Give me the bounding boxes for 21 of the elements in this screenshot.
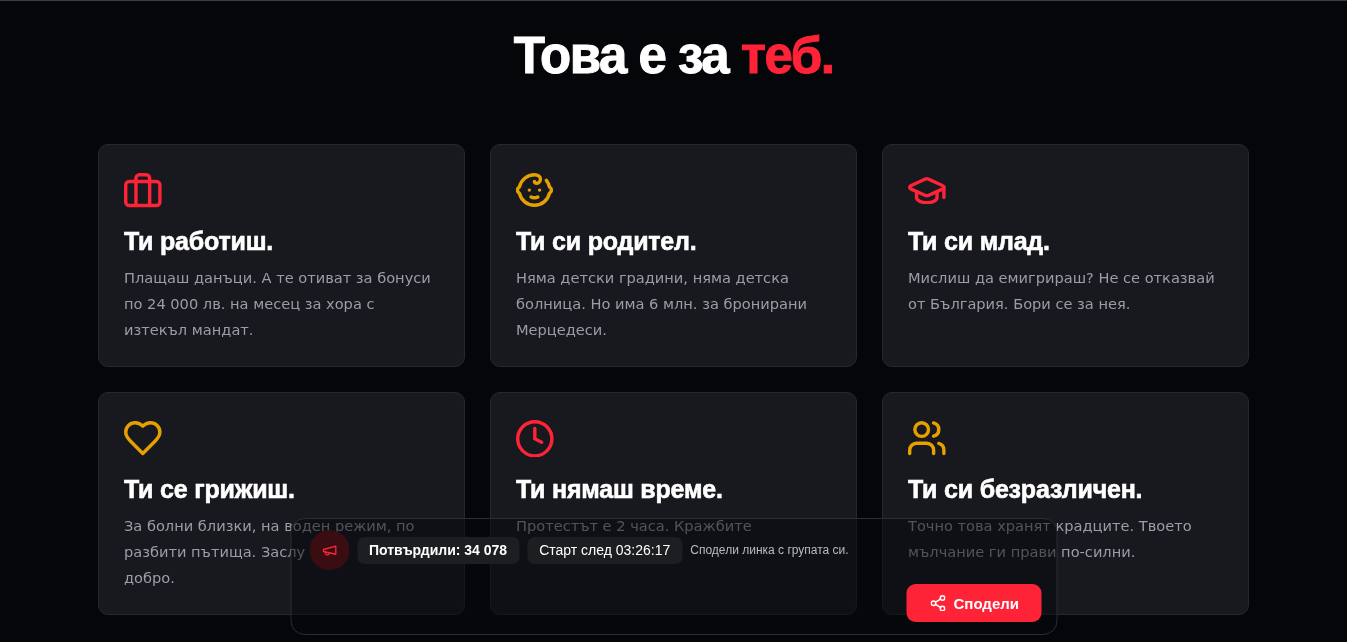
- card-text: За болни близки, на воден режим, по: [124, 516, 415, 536]
- card-text: разбити пътища. Заслу: [124, 542, 306, 562]
- card-title: Ти си млад.: [908, 226, 1051, 256]
- card-text: Плащаш данъци. А те отиват за бонуси по 24 000 лв. на месец за хора с изтекъл мандат.: [124, 268, 432, 340]
- share-button[interactable]: Сподели: [906, 584, 1041, 622]
- headline: Това е за: [513, 28, 728, 84]
- card-text: Няма детски градини, няма детска болница. Но има 6 млн. за бронирани Мерцедеси.: [516, 268, 808, 340]
- card-title: Ти си безразличен.: [908, 474, 1144, 504]
- card-text: Точно това хранят крадците. Твоето мълчание ги прави по-силни.: [908, 516, 1193, 562]
- card-title: Ти се грижиш.: [124, 474, 296, 504]
- card-title: Ти нямаш време.: [516, 474, 724, 504]
- confirmations-counter: Потвърдили: 34 078: [357, 536, 520, 564]
- card-text: Мислиш да емигрираш? Не се отказвай от България. Бори се за нея.: [908, 268, 1216, 314]
- share-hint: Сподели линка с групата си.: [690, 543, 849, 557]
- card-text: Протестът е 2 часа. Кражбите: [516, 516, 752, 536]
- card-text: добро.: [124, 568, 175, 588]
- card-title: Ти си родител.: [516, 226, 698, 256]
- countdown-timer: Старт след 03:26:17: [527, 536, 683, 564]
- headline-accent: теб.: [741, 28, 834, 84]
- card-title: Ти работиш.: [124, 226, 275, 256]
- share-icon: [930, 594, 946, 612]
